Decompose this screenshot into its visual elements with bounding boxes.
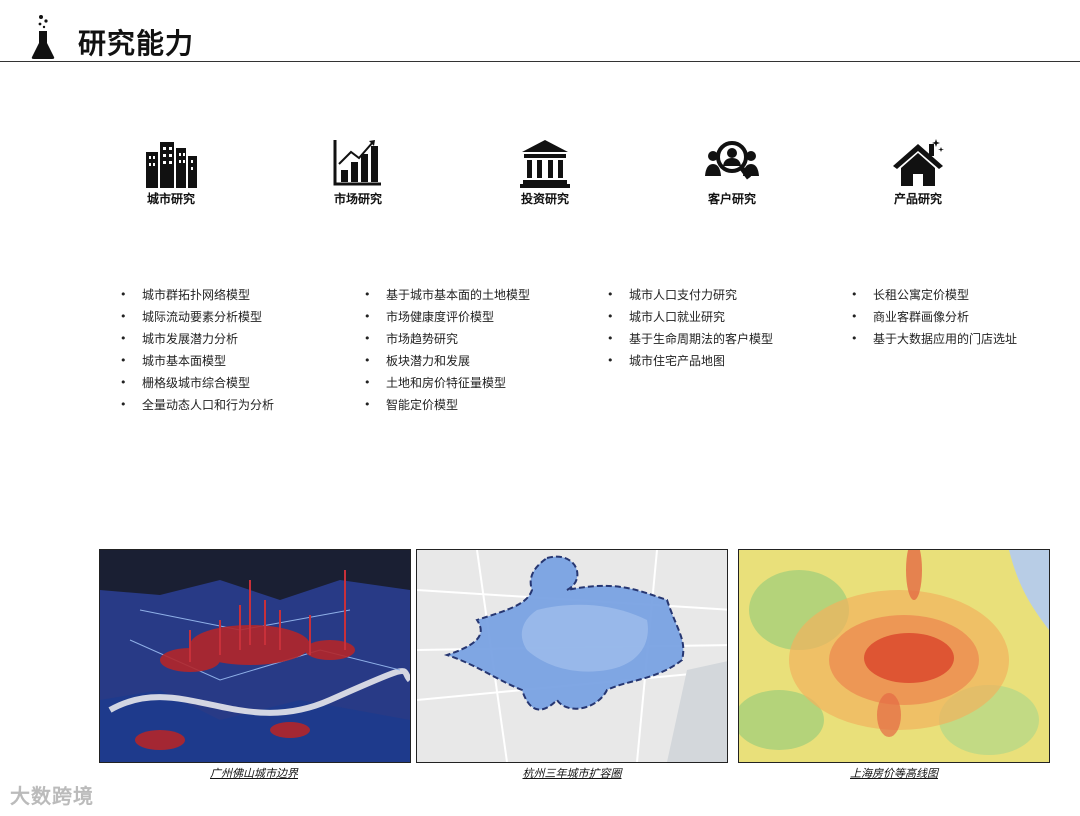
city-research-list: 城市群拓扑网络模型 城际流动要素分析模型 城市发展潜力分析 城市基本面模型 栅格… (120, 284, 274, 416)
list-item: 板块潜力和发展 (364, 350, 530, 372)
list-item: 市场趋势研究 (364, 328, 530, 350)
category-customer: 客户研究 (672, 138, 792, 207)
category-label: 客户研究 (707, 192, 756, 206)
category-label: 市场研究 (333, 192, 382, 206)
header-divider (0, 61, 1080, 62)
list-item: 城市基本面模型 (120, 350, 274, 372)
category-market: 市场研究 (298, 138, 418, 207)
map-caption: 广州佛山城市边界 (210, 767, 298, 780)
page-title: 研究能力 (78, 27, 195, 60)
list-item: 城市群拓扑网络模型 (120, 284, 274, 306)
list-item: 城市人口就业研究 (607, 306, 773, 328)
list-item: 智能定价模型 (364, 394, 530, 416)
hangzhou-expansion-map (416, 549, 728, 763)
map-caption: 上海房价等高线图 (850, 767, 938, 780)
category-product: 产品研究 (858, 138, 978, 207)
shanghai-housing-price-map (738, 549, 1050, 763)
list-item: 商业客群画像分析 (851, 306, 1017, 328)
list-item: 土地和房价特征量模型 (364, 372, 530, 394)
bank-icon (520, 140, 570, 188)
category-label: 投资研究 (520, 192, 569, 206)
category-city: 城市研究 (111, 138, 231, 207)
product-research-list: 长租公寓定价模型 商业客群画像分析 基于大数据应用的门店选址 (851, 284, 1017, 350)
list-item: 基于城市基本面的土地模型 (364, 284, 530, 306)
list-item: 城市人口支付力研究 (607, 284, 773, 306)
market-research-list: 基于城市基本面的土地模型 市场健康度评价模型 市场趋势研究 板块潜力和发展 土地… (364, 284, 530, 416)
flask-icon (31, 15, 55, 59)
map-caption: 杭州三年城市扩容圈 (522, 767, 622, 780)
list-item: 城市住宅产品地图 (607, 350, 773, 372)
category-investment: 投资研究 (485, 138, 605, 207)
category-label: 城市研究 (146, 192, 195, 206)
category-label: 产品研究 (893, 192, 942, 206)
list-item: 栅格级城市综合模型 (120, 372, 274, 394)
bar-chart-icon (333, 140, 381, 186)
list-item: 基于生命周期法的客户模型 (607, 328, 773, 350)
customer-research-list: 城市人口支付力研究 城市人口就业研究 基于生命周期法的客户模型 城市住宅产品地图 (607, 284, 773, 372)
people-search-icon (705, 141, 759, 180)
house-icon (893, 139, 944, 186)
list-item: 市场健康度评价模型 (364, 306, 530, 328)
buildings-icon (146, 142, 197, 188)
list-item: 城际流动要素分析模型 (120, 306, 274, 328)
watermark: 大数跨境 (10, 784, 94, 808)
list-item: 长租公寓定价模型 (851, 284, 1017, 306)
list-item: 城市发展潜力分析 (120, 328, 274, 350)
guangzhou-foshan-map (99, 549, 411, 763)
page-header: 研究能力 (0, 0, 1080, 62)
list-item: 基于大数据应用的门店选址 (851, 328, 1017, 350)
list-item: 全量动态人口和行为分析 (120, 394, 274, 416)
